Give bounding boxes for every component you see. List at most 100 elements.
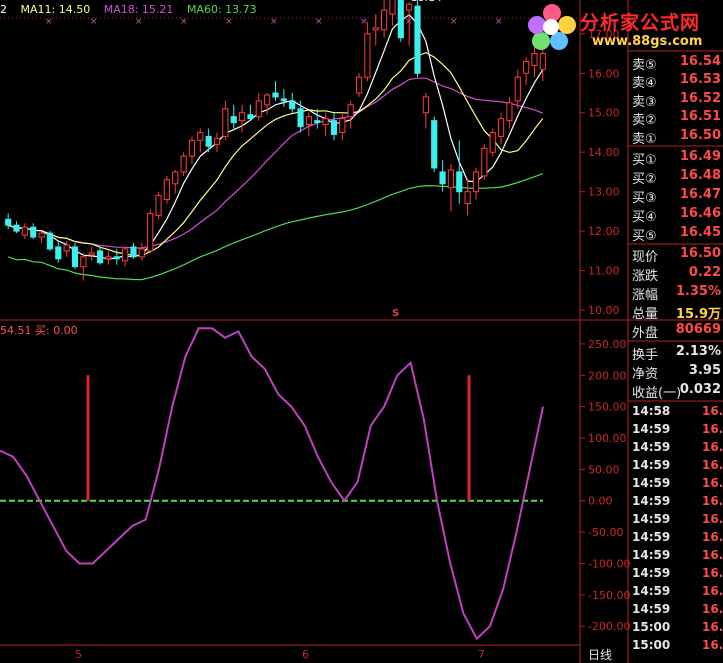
tick-row: 15:00 16. xyxy=(632,638,723,656)
bid-value: 16.47 xyxy=(679,187,721,202)
candle-body xyxy=(205,135,212,147)
candle-body xyxy=(96,250,104,264)
candle-body xyxy=(172,171,179,185)
quote-value: 2.13% xyxy=(675,344,721,359)
candle-body xyxy=(464,191,471,205)
tick-time: 14:59 xyxy=(632,548,671,562)
logo-title: 分析家公式网 xyxy=(580,12,701,34)
tick-time: 14:59 xyxy=(632,584,671,598)
tick-price: 16. xyxy=(702,602,723,616)
marker-x: × xyxy=(225,17,233,27)
candle-body xyxy=(46,232,54,250)
indicator-line xyxy=(0,327,544,641)
tick-price: 16. xyxy=(702,494,723,508)
quote-label: 外盘 xyxy=(632,326,659,341)
legend-item-1: MA11: 14.50 xyxy=(20,3,91,16)
candle-body xyxy=(289,100,296,110)
ask-label: 卖⑤ xyxy=(632,58,657,73)
tick-price: 16. xyxy=(702,440,723,454)
tick-time: 14:59 xyxy=(632,458,671,472)
candle-body xyxy=(105,256,112,260)
period-label[interactable]: 日线 xyxy=(588,646,612,663)
bid-label: 买③ xyxy=(632,191,657,206)
candle-body xyxy=(222,108,229,137)
ma-legend: 2 MA11: 14.50 MA18: 15.21 MA60: 13.73 xyxy=(0,3,267,16)
tick-row: 14:59 16. xyxy=(632,548,723,566)
candle-body xyxy=(55,246,62,260)
tick-price: 16. xyxy=(702,512,723,526)
logo-url[interactable]: www.88gs.com xyxy=(592,34,702,49)
indicator-axis-label: -150.00 xyxy=(588,589,630,602)
tick-price: 16. xyxy=(702,458,723,472)
tick-row: 14:59 16. xyxy=(632,494,723,512)
tick-row: 14:59 16. xyxy=(632,440,723,458)
bid-row-1: 买① 16.49 xyxy=(632,149,723,168)
quote-label: 涨幅 xyxy=(632,288,659,303)
price-axis-label: 10.00 xyxy=(588,304,620,317)
tick-row: 14:59 16. xyxy=(632,584,723,602)
tick-time: 14:59 xyxy=(632,566,671,580)
marker-x: × xyxy=(90,17,98,27)
tick-row: 14:59 16. xyxy=(632,458,723,476)
candle-body xyxy=(247,114,254,120)
ask-value: 16.52 xyxy=(679,91,721,106)
candle-body xyxy=(305,116,313,126)
quote-row-change-pct: 涨幅 1.35% xyxy=(632,284,723,303)
quote-value: 3.95 xyxy=(688,363,721,378)
bid-row-4: 买④ 16.46 xyxy=(632,206,723,225)
tick-price: 16. xyxy=(702,620,723,634)
candle-body xyxy=(355,76,363,94)
candle-body xyxy=(506,102,513,122)
tick-price: 16. xyxy=(702,548,723,562)
candle-body xyxy=(163,179,170,201)
quote-value: 0.032 xyxy=(679,382,721,397)
marker-x: × xyxy=(315,17,323,27)
candle-body xyxy=(230,116,237,124)
candle-body xyxy=(38,232,45,238)
candle-body xyxy=(272,92,279,98)
price-axis-label: 16.00 xyxy=(588,67,620,80)
indicator-axis-label: 100.00 xyxy=(588,432,627,445)
quote-row-turnover: 换手 2.13% xyxy=(632,344,723,363)
stock-chart: 10.0011.0012.0013.0014.0015.0016.0017.00… xyxy=(0,0,723,663)
price-axis-label: 11.00 xyxy=(588,265,620,278)
tick-time: 14:59 xyxy=(632,512,671,526)
candle-body xyxy=(531,53,538,66)
ask-value: 16.53 xyxy=(679,72,721,87)
candle-body xyxy=(539,53,546,70)
ma60-line xyxy=(7,173,544,281)
tick-price: 16. xyxy=(702,530,723,544)
indicator-axis-label: -50.00 xyxy=(588,526,623,539)
tick-row: 15:00 16. xyxy=(632,620,723,638)
price-axis-label: 12.00 xyxy=(588,225,620,238)
tick-time: 14:59 xyxy=(632,530,671,544)
price-axis-label: 13.00 xyxy=(588,186,620,199)
site-logo: 分析家公式网 www.88gs.com xyxy=(520,2,723,54)
quote-value: 15.9万 xyxy=(675,307,721,322)
bid-value: 16.48 xyxy=(679,168,721,183)
candle-body xyxy=(297,108,304,128)
candle-body xyxy=(71,246,79,268)
ma18-line xyxy=(7,77,544,249)
candle-body xyxy=(188,139,196,157)
candle-body xyxy=(489,131,496,153)
legend-item-0: 2 xyxy=(0,3,7,16)
ask-value: 16.50 xyxy=(679,128,721,143)
candle-body xyxy=(180,155,187,173)
candle-body xyxy=(5,218,12,226)
candle-body xyxy=(381,9,388,31)
quote-label: 净资 xyxy=(632,367,659,382)
candle-body xyxy=(339,118,346,133)
candle-body xyxy=(514,76,521,102)
candle-body xyxy=(213,137,221,145)
candle-body xyxy=(13,224,20,232)
quote-row-net-asset: 净资 3.95 xyxy=(632,363,723,382)
tick-row: 14:59 16. xyxy=(632,422,723,440)
flower-logo-icon xyxy=(528,4,576,52)
candle-body xyxy=(264,94,271,106)
quote-row-eps: 收益(一) 0.032 xyxy=(632,382,723,401)
bid-row-3: 买③ 16.47 xyxy=(632,187,723,206)
candle-body xyxy=(255,100,262,118)
ask-row-2: 卖② 16.51 xyxy=(632,109,723,128)
marker-x: × xyxy=(450,17,458,27)
